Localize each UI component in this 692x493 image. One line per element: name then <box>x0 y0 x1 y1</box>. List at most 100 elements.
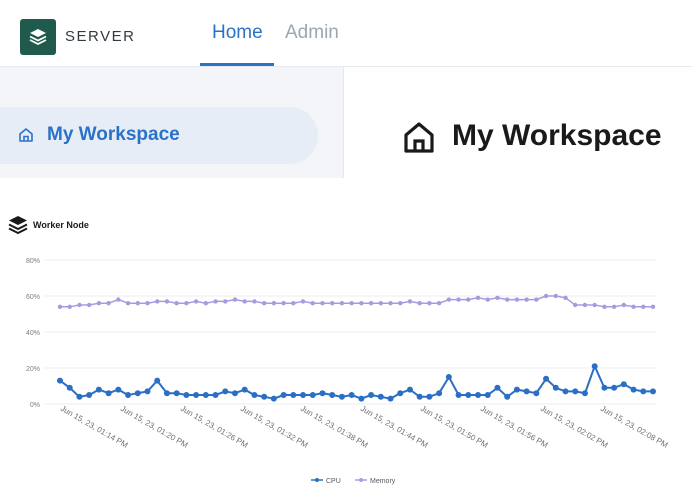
memory-point <box>174 301 179 306</box>
memory-point <box>650 304 656 309</box>
memory-point <box>184 301 189 306</box>
memory-point <box>378 301 384 306</box>
memory-point <box>621 302 627 308</box>
memory-point <box>135 301 140 306</box>
cpu-point <box>397 390 404 397</box>
memory-point <box>281 301 286 306</box>
legend-label: CPU <box>326 478 341 485</box>
memory-point <box>300 299 306 304</box>
cpu-point <box>154 377 161 384</box>
memory-point <box>514 297 520 302</box>
cpu-point <box>611 384 618 391</box>
cpu-point <box>494 384 501 391</box>
memory-point <box>349 301 354 306</box>
memory-point <box>524 297 529 302</box>
cpu-point <box>426 393 433 400</box>
brand-name: SERVER <box>65 28 136 45</box>
memory-point <box>77 302 82 308</box>
memory-point <box>368 301 374 306</box>
tab-home[interactable]: Home <box>212 22 263 44</box>
memory-point <box>86 302 92 308</box>
x-tick-label: Jun 15, 23, 02:08 PM <box>599 404 670 450</box>
memory-point <box>213 299 218 304</box>
cpu-point <box>241 386 248 393</box>
cpu-point <box>543 375 550 382</box>
cpu-point <box>591 363 598 370</box>
cpu-point <box>358 395 365 402</box>
memory-point <box>106 301 111 306</box>
cpu-point <box>650 388 656 395</box>
tab-admin[interactable]: Admin <box>285 22 339 44</box>
memory-point <box>436 301 442 306</box>
cpu-point <box>163 390 170 397</box>
home-icon <box>19 128 33 142</box>
memory-point <box>145 301 150 306</box>
worker-node-chart: 80%60%40%20%0% Jun 15, 23, 01:14 PMJun 15… <box>26 258 670 485</box>
memory-point <box>320 301 325 306</box>
memory-point <box>417 301 422 306</box>
cpu-point <box>319 390 326 397</box>
cpu-point <box>193 392 200 398</box>
cpu-point <box>368 392 375 398</box>
memory-point <box>271 301 277 306</box>
cpu-point <box>125 392 132 398</box>
cpu-point <box>581 390 588 397</box>
memory-point <box>504 297 510 302</box>
sidebar-item-my-workspace[interactable]: My Workspace <box>0 107 318 164</box>
memory-point <box>466 297 471 302</box>
memory-point <box>232 297 238 302</box>
cpu-point <box>115 386 122 393</box>
cpu-point <box>504 393 511 400</box>
cpu-point <box>445 374 452 380</box>
panel-title: Worker Node <box>33 220 89 230</box>
memory-point <box>310 301 315 306</box>
memory-point <box>203 301 209 306</box>
memory-point <box>553 293 558 299</box>
memory-point <box>155 299 160 304</box>
memory-point <box>261 301 267 306</box>
cpu-point <box>173 390 180 397</box>
memory-point <box>592 302 597 308</box>
cpu-point <box>601 384 608 391</box>
memory-point <box>631 304 636 309</box>
cpu-point <box>455 392 462 398</box>
y-tick-label: 40% <box>26 330 40 337</box>
memory-point <box>475 295 481 300</box>
memory-point <box>602 304 607 309</box>
cpu-point <box>406 386 413 393</box>
y-tick-label: 20% <box>26 366 40 373</box>
legend-swatch-marker <box>359 478 363 482</box>
cpu-point <box>630 386 637 393</box>
cpu-point <box>436 390 443 397</box>
top-bar: SERVER Home Admin <box>0 0 692 67</box>
sidebar: My Workspace <box>0 67 344 178</box>
cpu-point <box>484 392 491 398</box>
memory-point <box>446 297 452 302</box>
memory-point <box>563 295 568 300</box>
cpu-point <box>270 395 277 402</box>
cpu-point <box>76 393 83 400</box>
memory-point <box>242 299 247 304</box>
y-tick-label: 60% <box>26 294 40 301</box>
cpu-point <box>86 392 93 398</box>
cpu-point <box>231 390 238 397</box>
cpu-point <box>475 392 482 398</box>
cpu-point <box>144 388 151 395</box>
memory-point <box>96 301 102 306</box>
home-icon <box>404 122 434 153</box>
memory-point <box>67 304 72 309</box>
memory-point <box>193 299 199 304</box>
cpu-point <box>309 392 316 398</box>
cpu-point <box>465 392 472 398</box>
cpu-point <box>222 388 229 395</box>
active-tab-indicator <box>200 63 274 66</box>
memory-point <box>291 301 296 306</box>
legend-swatch-marker <box>315 478 319 482</box>
cpu-point <box>280 392 287 398</box>
cpu-point <box>533 390 540 397</box>
layers-icon <box>8 216 28 235</box>
y-tick-label: 80% <box>26 258 40 265</box>
memory-point <box>611 304 617 309</box>
cpu-point <box>105 390 112 397</box>
memory-point <box>329 301 335 306</box>
